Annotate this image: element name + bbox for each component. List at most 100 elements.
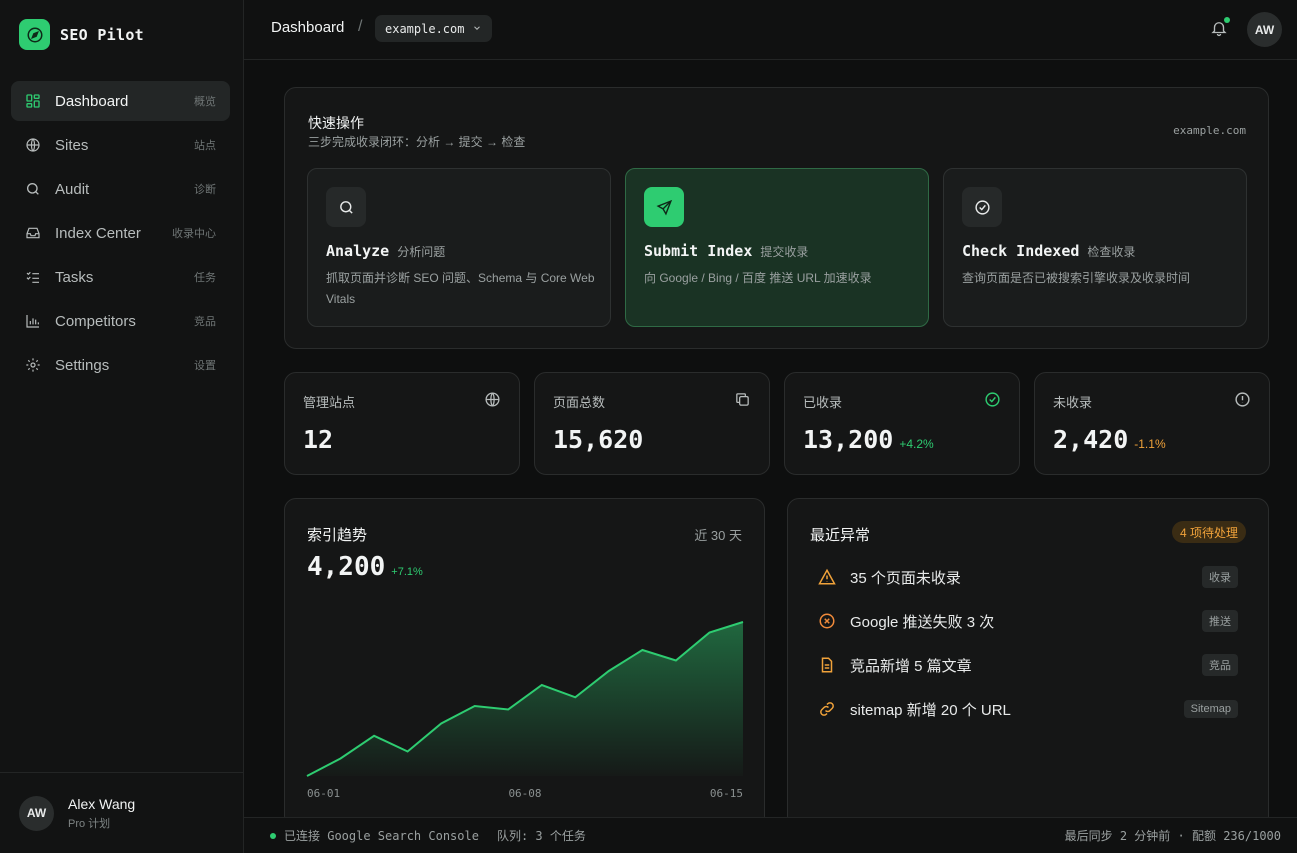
pending-badge: 4 项待处理 bbox=[1171, 521, 1246, 543]
quick-actions-site: example.com bbox=[1173, 124, 1246, 137]
trend-value-text: 4,200 bbox=[307, 552, 386, 582]
brand[interactable]: SEO Pilot bbox=[19, 19, 144, 50]
gear-icon bbox=[25, 357, 41, 373]
stat-label: 已收录 bbox=[803, 395, 843, 410]
send-icon bbox=[644, 187, 684, 227]
check-indexed-action[interactable]: Check Indexed 检查收录 查询页面是否已被搜索引擎收录及收录时间 bbox=[943, 168, 1247, 327]
sidebar-item-label: Tasks bbox=[55, 268, 94, 286]
alerts-title: 最近异常 bbox=[810, 527, 871, 544]
warning-icon bbox=[818, 568, 836, 586]
stat-value-text: 12 bbox=[303, 425, 334, 454]
quick-actions-subtitle: 三步完成收录闭环：分析 → 提交 → 检查 bbox=[308, 135, 526, 149]
alert-circle-icon bbox=[1234, 391, 1251, 408]
site-selector[interactable]: example.com bbox=[375, 15, 493, 42]
stat-value: 15,620 bbox=[553, 425, 643, 454]
alert-text: 竞品新增 5 篇文章 bbox=[850, 657, 972, 675]
alert-tag: Sitemap bbox=[1183, 700, 1238, 718]
recent-alerts-card: 最近异常 4 项待处理 35 个页面未收录 收录 Google 推送失败 3 次… bbox=[787, 498, 1269, 828]
sidebar-item-label: Audit bbox=[55, 180, 90, 198]
site-selector-value: example.com bbox=[385, 21, 465, 36]
user-name: Alex Wang bbox=[68, 795, 136, 812]
alert-tag: 推送 bbox=[1202, 610, 1238, 632]
stat-value: 13,200 +4.2% bbox=[803, 425, 934, 454]
stat-delta: -1.1% bbox=[1134, 437, 1166, 451]
action-description: 查询页面是否已被搜索引擎收录及收录时间 bbox=[962, 271, 1191, 285]
list-check-icon bbox=[25, 269, 41, 285]
sidebar-item-tasks[interactable]: Tasks 任务 bbox=[11, 257, 230, 297]
alert-tag: 竞品 bbox=[1202, 654, 1238, 676]
link-icon bbox=[818, 700, 836, 718]
search-icon bbox=[25, 181, 41, 197]
copy-icon bbox=[734, 391, 751, 408]
user-info: Alex Wang Pro 计划 bbox=[68, 796, 135, 831]
sidebar-item-zh: 站点 bbox=[194, 140, 216, 152]
breadcrumb[interactable]: Dashboard bbox=[271, 19, 344, 36]
action-description: 抓取页面并诊断 SEO 问题、Schema 与 Core Web Vitals bbox=[326, 271, 595, 306]
queue-status: 队列: 3 个任务 bbox=[496, 829, 586, 843]
sidebar-item-label: Competitors bbox=[55, 312, 136, 330]
stat-card-pages: 页面总数 15,620 bbox=[534, 372, 770, 475]
document-icon bbox=[818, 656, 836, 674]
x-tick-label: 06-01 bbox=[307, 787, 340, 800]
stat-delta: +4.2% bbox=[899, 437, 934, 451]
search-icon bbox=[326, 187, 366, 227]
quick-actions-card: 快速操作 三步完成收录闭环：分析 → 提交 → 检查 example.com A… bbox=[284, 87, 1269, 349]
sidebar: SEO Pilot Dashboard 概览 Sites 站点 Audit 诊断… bbox=[0, 0, 244, 853]
alert-text: 35 个页面未收录 bbox=[850, 569, 961, 587]
alert-text: sitemap 新增 20 个 URL bbox=[850, 701, 1011, 719]
sidebar-item-competitors[interactable]: Competitors 竞品 bbox=[11, 301, 230, 341]
alert-item[interactable]: 竞品新增 5 篇文章 竞品 bbox=[818, 654, 1238, 676]
sidebar-item-zh: 任务 bbox=[194, 272, 216, 284]
action-name: Analyze 分析问题 bbox=[326, 242, 445, 260]
trend-value: 4,200 +7.1% bbox=[307, 552, 423, 582]
action-name: Check Indexed 检查收录 bbox=[962, 242, 1135, 260]
sidebar-item-sites[interactable]: Sites 站点 bbox=[11, 125, 230, 165]
sidebar-item-zh: 竞品 bbox=[194, 316, 216, 328]
analyze-action[interactable]: Analyze 分析问题 抓取页面并诊断 SEO 问题、Schema 与 Core… bbox=[307, 168, 611, 327]
action-name-text: Analyze bbox=[326, 242, 390, 260]
stat-value-text: 15,620 bbox=[553, 425, 644, 454]
action-name-text: Check Indexed bbox=[962, 242, 1080, 260]
action-name-text: Submit Index bbox=[644, 242, 753, 260]
notification-dot bbox=[1224, 17, 1230, 23]
sidebar-item-audit[interactable]: Audit 诊断 bbox=[11, 169, 230, 209]
sidebar-nav: Dashboard 概览 Sites 站点 Audit 诊断 Index Cen… bbox=[11, 81, 230, 389]
sidebar-item-label: Index Center bbox=[55, 224, 141, 242]
user-profile[interactable]: AW Alex Wang Pro 计划 bbox=[0, 772, 243, 853]
alert-tag: 收录 bbox=[1202, 566, 1238, 588]
action-name-zh: 分析问题 bbox=[397, 245, 446, 259]
app-root: SEO Pilot Dashboard 概览 Sites 站点 Audit 诊断… bbox=[0, 0, 1297, 853]
user-plan: Pro 计划 bbox=[68, 817, 111, 830]
connection-status: 已连接 Google Search Console bbox=[284, 829, 479, 843]
x-circle-icon bbox=[818, 612, 836, 630]
action-name-zh: 提交收录 bbox=[760, 245, 809, 259]
sidebar-item-label: Dashboard bbox=[55, 92, 129, 110]
breadcrumb-separator: / bbox=[358, 18, 363, 35]
action-description: 向 Google / Bing / 百度 推送 URL 加速收录 bbox=[644, 271, 872, 285]
alert-item[interactable]: sitemap 新增 20 个 URL Sitemap bbox=[818, 698, 1238, 720]
sidebar-item-label: Settings bbox=[55, 356, 110, 374]
action-name-zh: 检查收录 bbox=[1087, 245, 1136, 259]
index-trend-card: 06-01 06-08 06-15 索引趋势 近 30 天 4,200 +7.1% bbox=[284, 498, 765, 828]
stat-label: 页面总数 bbox=[553, 395, 606, 410]
avatar: AW bbox=[19, 795, 54, 831]
check-circle-icon bbox=[962, 187, 1002, 227]
submit-index-action[interactable]: Submit Index 提交收录 向 Google / Bing / 百度 推送… bbox=[625, 168, 929, 327]
stat-value-text: 13,200 bbox=[803, 425, 894, 454]
alert-item[interactable]: Google 推送失败 3 次 推送 bbox=[818, 610, 1238, 632]
stat-card-sites: 管理站点 12 bbox=[284, 372, 520, 475]
sidebar-item-zh: 收录中心 bbox=[172, 228, 216, 240]
alert-item[interactable]: 35 个页面未收录 收录 bbox=[818, 566, 1238, 588]
stat-value: 12 bbox=[303, 425, 333, 454]
dashboard-icon bbox=[25, 93, 41, 109]
header-avatar[interactable]: AW bbox=[1247, 12, 1282, 47]
sidebar-item-index-center[interactable]: Index Center 收录中心 bbox=[11, 213, 230, 253]
x-tick-label: 06-08 bbox=[508, 787, 541, 800]
alert-text: Google 推送失败 3 次 bbox=[850, 613, 995, 631]
trend-area bbox=[307, 622, 743, 776]
sidebar-item-settings[interactable]: Settings 设置 bbox=[11, 345, 230, 385]
sidebar-item-dashboard[interactable]: Dashboard 概览 bbox=[11, 81, 230, 121]
trend-range[interactable]: 近 30 天 bbox=[694, 525, 742, 544]
stat-value: 2,420 -1.1% bbox=[1053, 425, 1166, 454]
sidebar-item-zh: 诊断 bbox=[194, 184, 216, 196]
